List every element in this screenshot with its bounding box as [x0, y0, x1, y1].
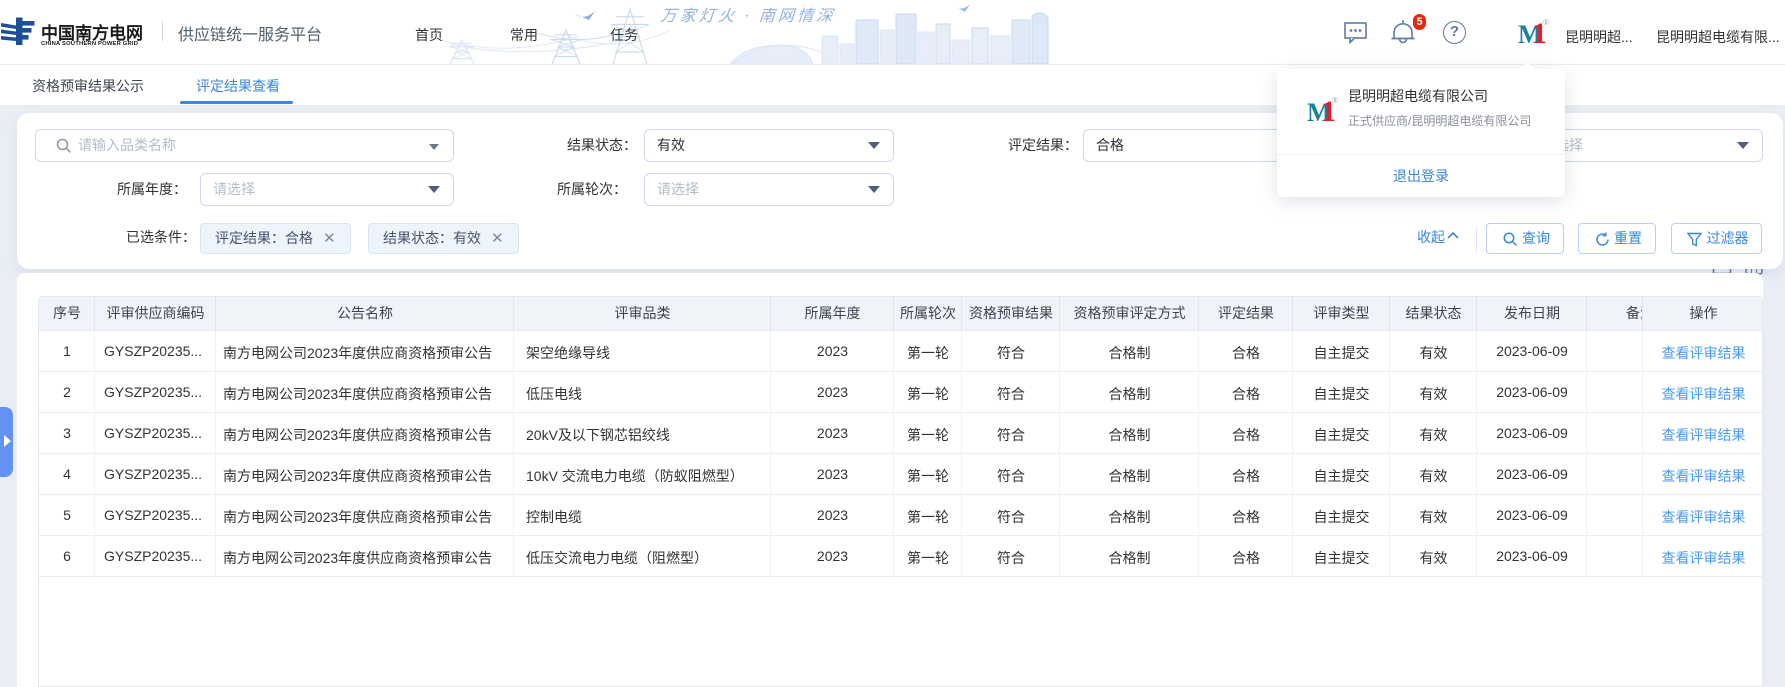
svg-text:万家灯火 · 南网情深: 万家灯火 · 南网情深: [660, 7, 837, 25]
